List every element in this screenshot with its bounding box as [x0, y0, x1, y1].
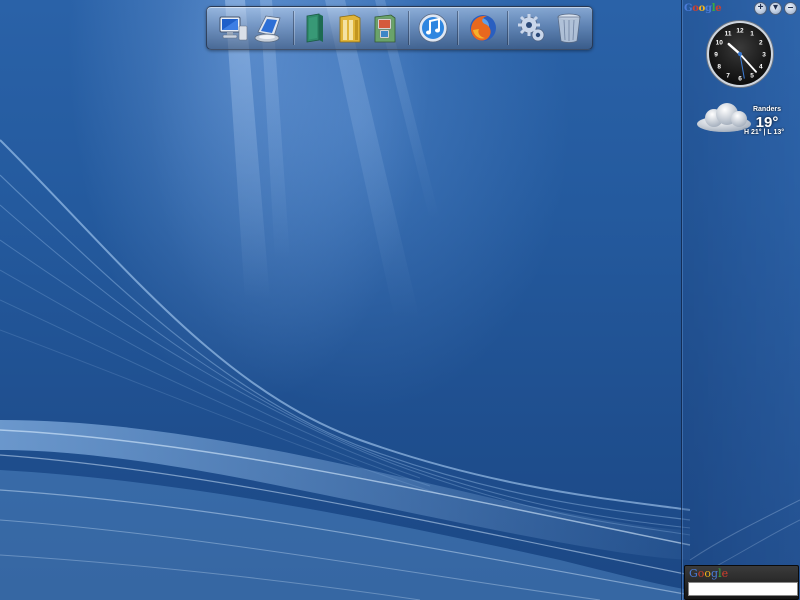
trash-icon[interactable] — [553, 12, 585, 44]
sidebar — [681, 0, 800, 600]
clock-face: 12 12 3 45 6 78 9 1011 — [706, 20, 774, 88]
dock-separator — [457, 11, 458, 45]
clock-numeral: 11 — [725, 31, 732, 38]
add-gadget-button[interactable]: + — [754, 2, 767, 15]
clock-numeral: 5 — [750, 72, 754, 79]
dock-separator — [408, 11, 409, 45]
clock-numeral: 4 — [759, 64, 763, 71]
weather-city: Randers — [752, 106, 781, 113]
google-search-input[interactable] — [688, 582, 798, 596]
google-logo: Google — [689, 567, 728, 580]
gears-icon[interactable] — [516, 12, 548, 44]
google-logo-text: Google — [689, 567, 729, 580]
clock-numeral: 2 — [759, 40, 763, 47]
add-gadget-label: + — [757, 2, 764, 13]
dock-separator — [507, 11, 508, 45]
music-note-icon[interactable] — [417, 12, 449, 44]
clock-numeral: 8 — [717, 64, 721, 71]
picture-folder-icon[interactable] — [369, 12, 401, 44]
clock-numeral: 7 — [726, 72, 730, 79]
minimize-sidebar-label: – — [787, 2, 794, 13]
folder-icon[interactable] — [334, 12, 366, 44]
weather-high-low: H 21° | L 13° — [743, 129, 785, 136]
weather-gadget[interactable]: Randers 19° H 21° | L 13° — [694, 100, 794, 140]
book-icon[interactable] — [299, 12, 331, 44]
wallpaper-swooshes — [0, 0, 800, 600]
clock-numeral: 10 — [716, 40, 724, 47]
desktop-wallpaper — [0, 0, 800, 600]
gadget-nav-button[interactable]: ▾ — [769, 2, 782, 15]
network-drive-icon[interactable] — [252, 12, 284, 44]
computer-icon[interactable] — [217, 12, 249, 44]
clock-numeral: 12 — [736, 28, 744, 35]
clock-numeral: 1 — [750, 31, 754, 38]
clock-numeral: 3 — [762, 52, 766, 59]
firefox-icon[interactable] — [467, 12, 499, 44]
gadget-nav-label: ▾ — [772, 2, 779, 13]
clock-numeral: 9 — [714, 52, 718, 59]
icon-dock — [206, 6, 593, 50]
dock-separator — [293, 11, 294, 45]
google-search-gadget: Google — [684, 565, 799, 600]
sidebar-logo-text: Google — [684, 3, 722, 14]
clock-gadget[interactable]: 12 1 2 3 4 5 6 7 8 9 10 11 — [705, 19, 775, 89]
sidebar-logo: Google — [684, 3, 722, 14]
clock-numeral: 6 — [738, 76, 742, 83]
minimize-sidebar-button[interactable]: – — [784, 2, 797, 15]
